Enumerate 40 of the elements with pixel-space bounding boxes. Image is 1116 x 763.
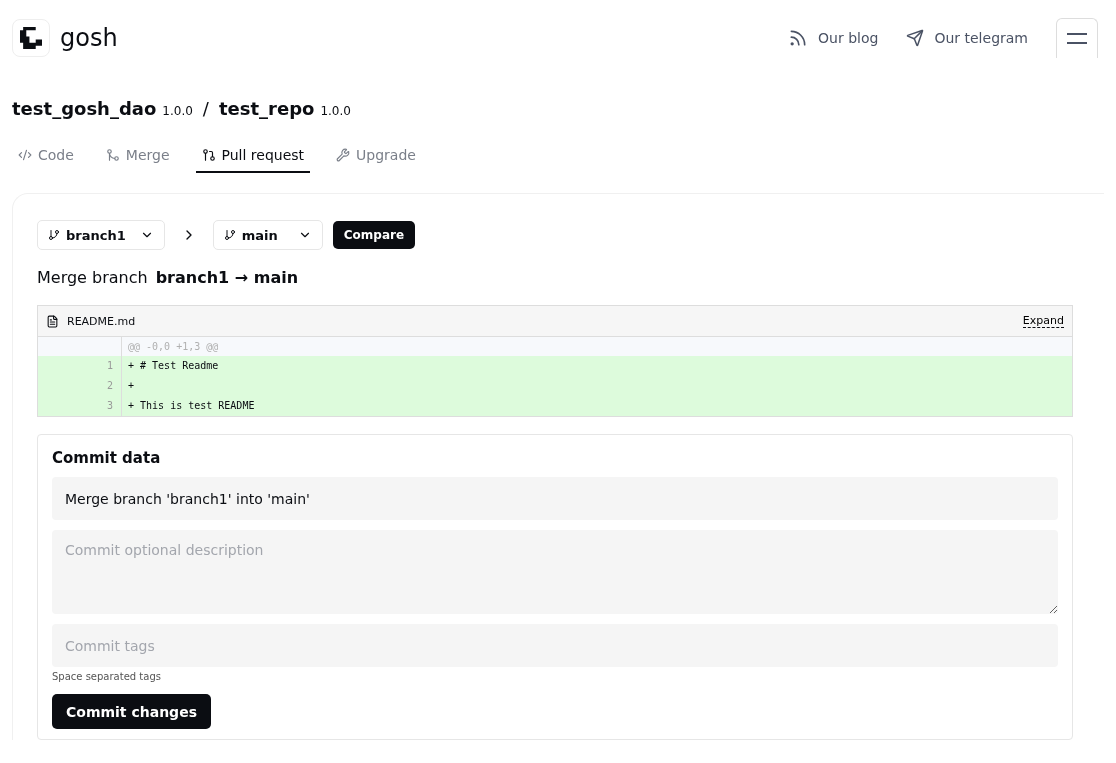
nav-tab[interactable]: Code [12, 141, 80, 173]
file-name: README.md [67, 314, 137, 328]
expand-link[interactable]: Expand [1022, 314, 1064, 328]
path-separator: / [202, 98, 209, 119]
merge-title: Merge branch [37, 268, 148, 287]
nav-tab[interactable]: Pull request [195, 141, 311, 173]
pull-request-icon [201, 148, 216, 162]
description-field[interactable]: Commit optional description [52, 530, 1058, 614]
logo-text: gosh [60, 24, 118, 52]
branch-icon [48, 229, 60, 241]
menu-button[interactable] [1056, 18, 1098, 58]
commit-message-field[interactable]: Merge branch 'branch1' into 'main' [52, 477, 1058, 520]
section-title: Commit data [52, 449, 162, 467]
nav-tab[interactable]: Merge [99, 141, 176, 173]
wrench-icon [336, 148, 351, 162]
version-label: 1.0.0 [320, 104, 351, 118]
nav-link[interactable]: Our telegram [906, 29, 1028, 47]
code-text: + # Test Readme [127, 359, 219, 373]
nav-tab[interactable]: Upgrade [330, 141, 422, 173]
dao-name: test_gosh_dao [12, 98, 157, 119]
line-number: 3 [38, 396, 122, 416]
paper-plane-icon [906, 29, 925, 47]
branch-merge-icon [105, 148, 120, 162]
nav-link[interactable]: Our blog [788, 28, 879, 48]
version-label: 1.0.0 [162, 104, 193, 118]
commit-button[interactable]: Commit changes [52, 694, 211, 729]
logo-icon [12, 19, 50, 57]
tags-field[interactable]: Commit tags [52, 624, 1058, 667]
repo-name: test_repo [218, 98, 315, 119]
file-icon [46, 314, 59, 328]
field-hint: Space separated tags [52, 671, 162, 682]
branch-select[interactable]: branch1 [37, 220, 165, 250]
compare-button[interactable]: Compare [332, 221, 416, 249]
code-text: + This is test README [127, 399, 255, 413]
code-text: + [127, 379, 135, 393]
branch-icon [223, 229, 236, 241]
branch-select[interactable]: main [212, 220, 323, 250]
merge-branches: branch1 → main [155, 268, 299, 287]
code-text: @@ -0,0 +1,3 @@ [127, 340, 219, 354]
code-icon [18, 148, 32, 162]
